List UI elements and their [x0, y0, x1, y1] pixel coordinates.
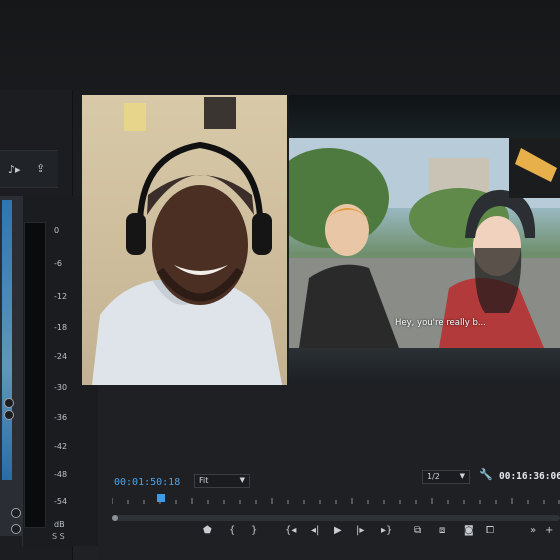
go-to-out-icon[interactable]: ▸} — [381, 525, 392, 536]
camera-icon[interactable]: ◙ — [464, 525, 474, 536]
chevron-down-icon: ▼ — [459, 472, 465, 480]
play-icon[interactable]: ▶ — [334, 525, 342, 536]
settings-wrench-icon[interactable]: 🔧 — [479, 468, 493, 481]
meter-tick: dB — [54, 520, 65, 529]
chevron-down-icon: ▼ — [239, 476, 245, 484]
overwrite-icon[interactable]: ⧈ — [439, 525, 445, 536]
slider-handle[interactable] — [11, 508, 21, 518]
slider-handle[interactable] — [4, 398, 14, 408]
meter-channel-labels: S S — [52, 532, 65, 541]
meter-tick: -54 — [54, 497, 68, 506]
insert-icon[interactable]: ⧉ — [414, 525, 421, 536]
step-forward-icon[interactable]: |▸ — [356, 525, 364, 536]
more-icon[interactable]: » — [530, 525, 536, 536]
go-to-in-icon[interactable]: {◂ — [285, 525, 296, 536]
playhead[interactable] — [157, 494, 165, 502]
duration-timecode: 00:16:36:06 — [499, 471, 560, 482]
resolution-value: 1/2 — [427, 472, 440, 481]
audio-track-icon[interactable]: ♪▸ — [8, 163, 21, 176]
add-marker-icon[interactable]: ⬟ — [203, 525, 212, 536]
movie-letterbox-bottom — [289, 348, 560, 383]
current-timecode[interactable]: 00:01:50:18 — [114, 477, 180, 488]
webcam-person-image — [92, 97, 282, 385]
meter-tick: -48 — [54, 470, 68, 479]
movie-video-frame — [289, 138, 560, 348]
slider-handle[interactable] — [4, 410, 14, 420]
timeline-clip[interactable] — [2, 200, 12, 480]
mark-in-icon[interactable]: { — [229, 525, 235, 536]
export-icon[interactable]: ⇪ — [36, 162, 45, 175]
resolution-select[interactable]: 1/2 ▼ — [422, 470, 470, 484]
webcam-video-frame — [82, 95, 287, 385]
meter-tick: 0 — [54, 226, 60, 235]
movie-scene-image — [289, 138, 560, 348]
time-ruler[interactable] — [112, 492, 560, 504]
meter-tick: -30 — [54, 383, 68, 392]
movie-subtitle: Hey, you're really b... — [395, 318, 486, 328]
meter-tick: -12 — [54, 292, 68, 301]
mark-out-icon[interactable]: } — [251, 525, 257, 536]
zoom-scrollbar[interactable] — [112, 515, 560, 521]
scrollbar-handle[interactable] — [112, 515, 118, 521]
audio-meter-bar — [24, 222, 46, 528]
meter-tick: -18 — [54, 323, 68, 332]
movie-letterbox-top — [289, 95, 560, 138]
meter-tick: -36 — [54, 413, 68, 422]
compare-icon[interactable]: ⧠ — [486, 525, 494, 536]
meter-tick: -24 — [54, 352, 68, 361]
step-back-icon[interactable]: ◂| — [311, 525, 319, 536]
zoom-select[interactable]: Fit ▼ — [194, 474, 250, 488]
zoom-value: Fit — [199, 476, 209, 485]
meter-tick: -42 — [54, 442, 68, 451]
slider-handle[interactable] — [11, 524, 21, 534]
panel-toolbar: ♪▸ ⇪ — [0, 150, 58, 188]
add-button-icon[interactable]: + — [545, 525, 553, 536]
meter-tick: -6 — [54, 259, 62, 268]
